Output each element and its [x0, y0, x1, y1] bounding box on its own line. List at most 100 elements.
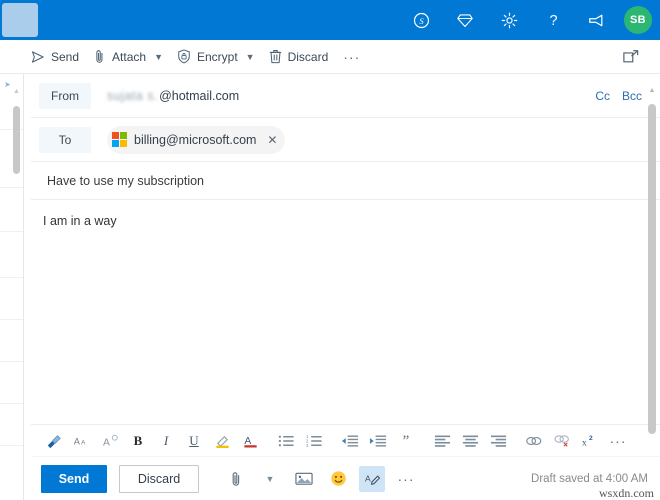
discard-button[interactable]: Discard — [119, 464, 199, 493]
draft-status-area: Draft saved at 4:00 AM wsxdn.com — [531, 472, 660, 500]
message-list-pane-partial[interactable]: ➤ ▲ — [0, 74, 24, 500]
encrypt-command-button[interactable]: Encrypt ▼ — [170, 42, 262, 72]
from-address-redacted: sujata s. — [107, 88, 159, 103]
align-left-icon[interactable] — [429, 428, 455, 454]
gear-icon[interactable] — [492, 3, 526, 37]
from-field-row: From sujata s. @hotmail.com Cc Bcc — [31, 74, 660, 118]
cc-bcc-group: Cc Bcc — [595, 89, 642, 103]
to-value[interactable]: billing@microsoft.com ✕ — [91, 125, 642, 154]
send-command-button[interactable]: Send — [24, 42, 86, 72]
from-value[interactable]: sujata s. @hotmail.com — [91, 89, 595, 103]
attach-chevron-down-icon[interactable]: ▼ — [257, 466, 283, 492]
bulleted-list-icon[interactable] — [273, 428, 299, 454]
formatting-toolbar: A A A B I U A 1 2 3 ” x 2 ··· — [31, 424, 660, 456]
highlight-icon[interactable] — [209, 428, 235, 454]
encrypt-command-label: Encrypt — [196, 49, 238, 64]
insert-link-icon[interactable] — [521, 428, 547, 454]
more-options-button[interactable]: ··· — [393, 466, 419, 492]
remove-recipient-icon[interactable]: ✕ — [263, 131, 281, 149]
insert-signature-icon[interactable]: A — [359, 465, 385, 492]
scroll-up-arrow-icon[interactable]: ▲ — [13, 88, 20, 95]
attach-command-button[interactable]: Attach ▼ — [86, 42, 170, 72]
svg-text:?: ? — [549, 13, 557, 29]
font-size-icon[interactable]: A A — [69, 428, 95, 454]
outlook-compose-window: S ? SB Send Attach ▼ Encrypt ▼ Discard ·… — [0, 0, 660, 500]
svg-text:A: A — [74, 436, 80, 446]
italic-icon[interactable]: I — [153, 428, 179, 454]
recipient-email: billing@microsoft.com — [134, 132, 257, 147]
header-icon-group: S ? SB — [404, 3, 660, 37]
paperclip-icon — [93, 49, 106, 64]
insert-emoji-icon[interactable] — [325, 466, 351, 492]
svg-text:x: x — [582, 438, 587, 447]
clear-formatting-icon[interactable]: A — [97, 428, 123, 454]
subject-input[interactable]: Have to use my subscription — [43, 174, 204, 188]
send-command-label: Send — [51, 49, 80, 64]
superscript-icon[interactable]: x 2 — [577, 428, 603, 454]
to-field-row: To billing@microsoft.com ✕ — [31, 118, 660, 162]
svg-text:A: A — [244, 435, 251, 446]
scrollbar-thumb[interactable] — [13, 106, 20, 174]
attach-file-icon[interactable] — [223, 466, 249, 492]
chevron-down-icon[interactable]: ▼ — [154, 52, 163, 62]
font-color-icon[interactable]: A — [237, 428, 263, 454]
recipient-chip[interactable]: billing@microsoft.com ✕ — [107, 125, 286, 154]
more-commands-button[interactable]: ··· — [335, 50, 368, 64]
underline-icon[interactable]: U — [181, 428, 207, 454]
draft-status-text: Draft saved at 4:00 AM — [531, 472, 648, 485]
quote-icon[interactable]: ” — [393, 428, 419, 454]
compose-action-bar: Send Discard ▼ A ··· Draft saved at 4:00… — [31, 456, 660, 500]
discard-command-button[interactable]: Discard — [262, 42, 336, 72]
shield-lock-icon — [177, 49, 191, 64]
watermark-text: wsxdn.com — [599, 485, 654, 500]
compose-inner: From sujata s. @hotmail.com Cc Bcc To bi… — [31, 74, 660, 500]
discard-command-label: Discard — [287, 49, 329, 64]
svg-text:3: 3 — [306, 442, 309, 447]
message-body-input[interactable]: I am in a way — [31, 200, 660, 424]
scroll-up-arrow-icon[interactable]: ▲ — [648, 87, 656, 95]
insert-picture-icon[interactable] — [291, 466, 317, 492]
compose-body-scrollbar[interactable]: ▲ — [648, 87, 656, 464]
svg-text:A: A — [102, 437, 109, 447]
send-button[interactable]: Send — [41, 464, 107, 493]
app-launcher-button[interactable] — [2, 3, 38, 37]
chevron-down-icon[interactable]: ▼ — [246, 52, 255, 62]
avatar[interactable]: SB — [624, 6, 652, 34]
more-formatting-button[interactable]: ··· — [605, 428, 631, 454]
flag-icon: ➤ — [4, 80, 11, 89]
bcc-button[interactable]: Bcc — [622, 89, 642, 103]
increase-indent-icon[interactable] — [365, 428, 391, 454]
attach-command-label: Attach — [112, 49, 147, 64]
format-painter-icon[interactable] — [41, 428, 67, 454]
compose-command-bar: Send Attach ▼ Encrypt ▼ Discard ··· — [0, 40, 660, 74]
message-list-scrollbar[interactable]: ▲ — [13, 86, 20, 500]
more-formatting-label: ··· — [609, 432, 627, 449]
from-address-domain: @hotmail.com — [159, 88, 240, 103]
decrease-indent-icon[interactable] — [337, 428, 363, 454]
subject-field-row[interactable]: Have to use my subscription — [31, 162, 660, 200]
align-center-icon[interactable] — [457, 428, 483, 454]
more-options-label: ··· — [397, 470, 415, 487]
skype-icon[interactable]: S — [404, 3, 438, 37]
align-right-icon[interactable] — [485, 428, 511, 454]
command-bar-right — [618, 44, 660, 70]
cc-button[interactable]: Cc — [595, 89, 610, 103]
remove-link-icon[interactable] — [549, 428, 575, 454]
to-label[interactable]: To — [39, 126, 91, 153]
diamond-icon[interactable] — [448, 3, 482, 37]
microsoft-logo-icon — [112, 132, 127, 147]
scrollbar-thumb[interactable] — [648, 104, 656, 434]
numbered-list-icon[interactable]: 1 2 3 — [301, 428, 327, 454]
svg-text:S: S — [419, 15, 424, 25]
svg-text:2: 2 — [589, 435, 593, 442]
bold-icon[interactable]: B — [125, 428, 151, 454]
trash-icon — [269, 49, 282, 64]
pop-out-icon[interactable] — [618, 44, 644, 70]
help-icon[interactable]: ? — [536, 3, 570, 37]
compose-pane: From sujata s. @hotmail.com Cc Bcc To bi… — [25, 74, 660, 500]
send-arrow-icon — [31, 50, 45, 63]
top-header-bar: S ? SB — [0, 0, 660, 40]
from-label[interactable]: From — [39, 82, 91, 109]
feedback-icon[interactable] — [580, 3, 614, 37]
svg-text:A: A — [81, 439, 86, 446]
